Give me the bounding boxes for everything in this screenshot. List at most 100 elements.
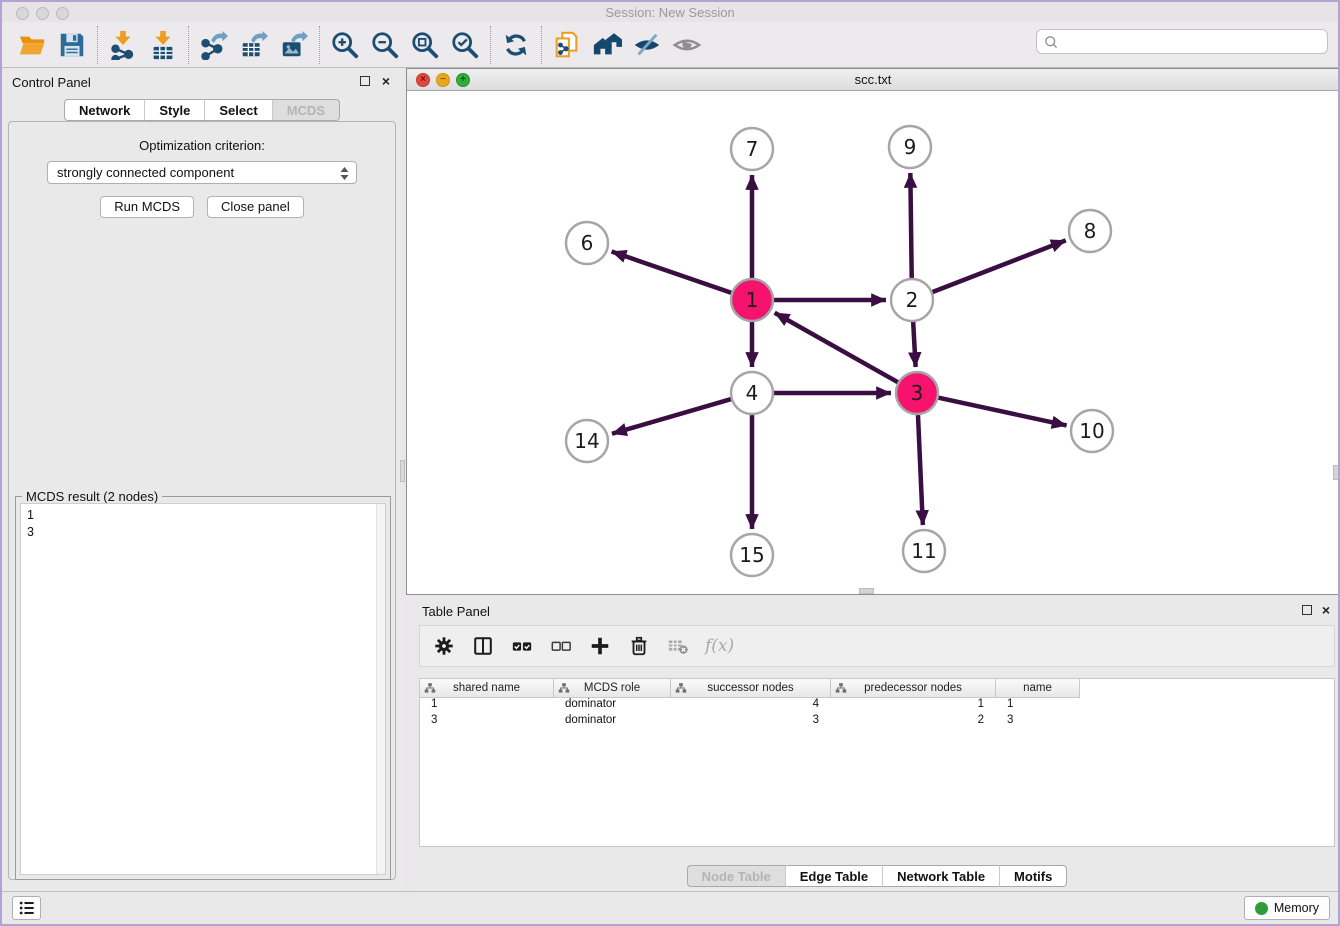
memory-button[interactable]: Memory <box>1244 896 1330 920</box>
table-panel: Table Panel × <box>412 597 1340 892</box>
first-neighbors-button[interactable] <box>587 26 627 64</box>
network-view-window: × − + scc.txt 7968124314101511 <box>406 68 1340 595</box>
graph-edge-3-10[interactable] <box>936 397 1067 425</box>
zoom-selected-button[interactable] <box>445 26 485 64</box>
float-table-panel-icon[interactable] <box>1302 605 1312 615</box>
tab-style[interactable]: Style <box>145 99 205 121</box>
import-table-icon <box>148 30 178 60</box>
node-table: shared nameMCDS rolesuccessor nodesprede… <box>419 678 1335 847</box>
graph-node-label: 14 <box>574 429 599 453</box>
float-panel-icon[interactable] <box>360 76 370 86</box>
function-builder-button-disabled: f(x) <box>705 636 734 656</box>
column-header[interactable]: MCDS role <box>554 679 671 698</box>
table-cell[interactable]: 3 <box>671 714 831 730</box>
search-input[interactable] <box>1059 32 1327 52</box>
main-toolbar <box>2 22 1338 68</box>
toolbar-separator <box>188 26 189 64</box>
select-stepper-icon <box>336 164 353 183</box>
column-header[interactable]: name <box>996 679 1080 698</box>
open-session-button[interactable] <box>12 26 52 64</box>
panel-splitter-handle[interactable] <box>400 460 405 482</box>
table-cell[interactable]: 3 <box>996 714 1080 730</box>
column-settings-button[interactable] <box>432 634 456 658</box>
network-graph[interactable]: 7968124314101511 <box>407 91 1339 594</box>
table-panel-tabs: Node Table Edge Table Network Table Moti… <box>412 865 1340 887</box>
column-header[interactable]: shared name <box>420 679 554 698</box>
graph-edge-2-9[interactable] <box>910 173 911 281</box>
canvas-scroll-nub-right[interactable] <box>1333 465 1339 480</box>
control-panel: Control Panel × Network Style Select MCD… <box>2 68 402 895</box>
tab-mcds[interactable]: MCDS <box>273 99 340 121</box>
graph-edge-3-11[interactable] <box>918 412 923 525</box>
graph-edge-2-3[interactable] <box>913 319 916 367</box>
delete-column-button[interactable] <box>627 634 651 658</box>
zoom-in-button[interactable] <box>325 26 365 64</box>
table-cell[interactable]: 1 <box>420 698 554 714</box>
tab-motifs[interactable]: Motifs <box>1000 865 1067 887</box>
column-tree-icon <box>675 682 687 694</box>
network-canvas[interactable]: 7968124314101511 <box>407 91 1339 594</box>
run-mcds-button[interactable]: Run MCDS <box>100 196 194 218</box>
tab-edge-table[interactable]: Edge Table <box>786 865 883 887</box>
table-cell[interactable]: 2 <box>831 714 996 730</box>
export-image-button[interactable] <box>274 26 314 64</box>
zoom-out-icon <box>370 30 400 60</box>
zoom-out-button[interactable] <box>365 26 405 64</box>
duplicate-network-button[interactable] <box>547 26 587 64</box>
tab-select[interactable]: Select <box>205 99 272 121</box>
add-column-button[interactable] <box>588 634 612 658</box>
graph-node-label: 9 <box>904 135 917 159</box>
optimization-criterion-label: Optimization criterion: <box>9 138 395 153</box>
mcds-result-legend: MCDS result (2 nodes) <box>22 489 162 504</box>
close-panel-icon[interactable]: × <box>382 73 390 89</box>
table-row[interactable]: 1dominator411 <box>420 698 1334 714</box>
save-session-button[interactable] <box>52 26 92 64</box>
table-header-row: shared nameMCDS rolesuccessor nodesprede… <box>420 679 1334 698</box>
control-panel-tabs: Network Style Select MCDS <box>2 99 402 121</box>
import-network-button[interactable] <box>103 26 143 64</box>
column-header[interactable]: predecessor nodes <box>831 679 996 698</box>
canvas-scroll-nub-bottom[interactable] <box>859 588 874 594</box>
tab-network-table[interactable]: Network Table <box>883 865 1000 887</box>
memory-status-dot <box>1255 902 1268 915</box>
preview-button[interactable] <box>667 26 707 64</box>
tab-node-table[interactable]: Node Table <box>687 865 786 887</box>
refresh-button[interactable] <box>496 26 536 64</box>
zoom-fit-icon <box>410 30 440 60</box>
network-view-titlebar[interactable]: × − + scc.txt <box>407 69 1339 91</box>
graph-edge-1-6[interactable] <box>612 251 734 293</box>
table-cell[interactable]: 3 <box>420 714 554 730</box>
graph-edge-3-1[interactable] <box>775 313 901 384</box>
result-scrollbar[interactable] <box>376 504 385 874</box>
panel-mode-button[interactable] <box>471 634 495 658</box>
export-table-icon <box>239 30 269 60</box>
close-panel-button[interactable]: Close panel <box>207 196 304 218</box>
search-box[interactable] <box>1036 29 1328 54</box>
graph-node-label: 7 <box>746 137 759 161</box>
export-network-button[interactable] <box>194 26 234 64</box>
network-view-title: scc.txt <box>407 72 1339 87</box>
optimization-criterion-select[interactable]: strongly connected component <box>47 161 357 184</box>
refresh-icon <box>501 30 531 60</box>
graph-edge-4-14[interactable] <box>612 398 734 433</box>
table-cell[interactable]: 4 <box>671 698 831 714</box>
column-header[interactable]: successor nodes <box>671 679 831 698</box>
table-cell[interactable]: dominator <box>554 698 671 714</box>
table-cell[interactable]: dominator <box>554 714 671 730</box>
graph-edge-2-8[interactable] <box>930 240 1066 293</box>
import-table-button[interactable] <box>143 26 183 64</box>
table-row[interactable]: 3dominator323 <box>420 714 1334 730</box>
tab-network[interactable]: Network <box>64 99 145 121</box>
export-table-button[interactable] <box>234 26 274 64</box>
table-cell[interactable]: 1 <box>996 698 1080 714</box>
task-history-button[interactable] <box>12 896 41 920</box>
toggle-graphics-details-button[interactable] <box>627 26 667 64</box>
mcds-result-area[interactable]: 1 3 <box>20 503 386 875</box>
table-cell[interactable]: 1 <box>831 698 996 714</box>
application-window: Session: New Session <box>0 0 1340 926</box>
deselect-all-button[interactable] <box>549 634 573 658</box>
export-network-icon <box>199 30 229 60</box>
select-all-button[interactable] <box>510 634 534 658</box>
zoom-fit-button[interactable] <box>405 26 445 64</box>
close-table-panel-icon[interactable]: × <box>1322 602 1330 618</box>
